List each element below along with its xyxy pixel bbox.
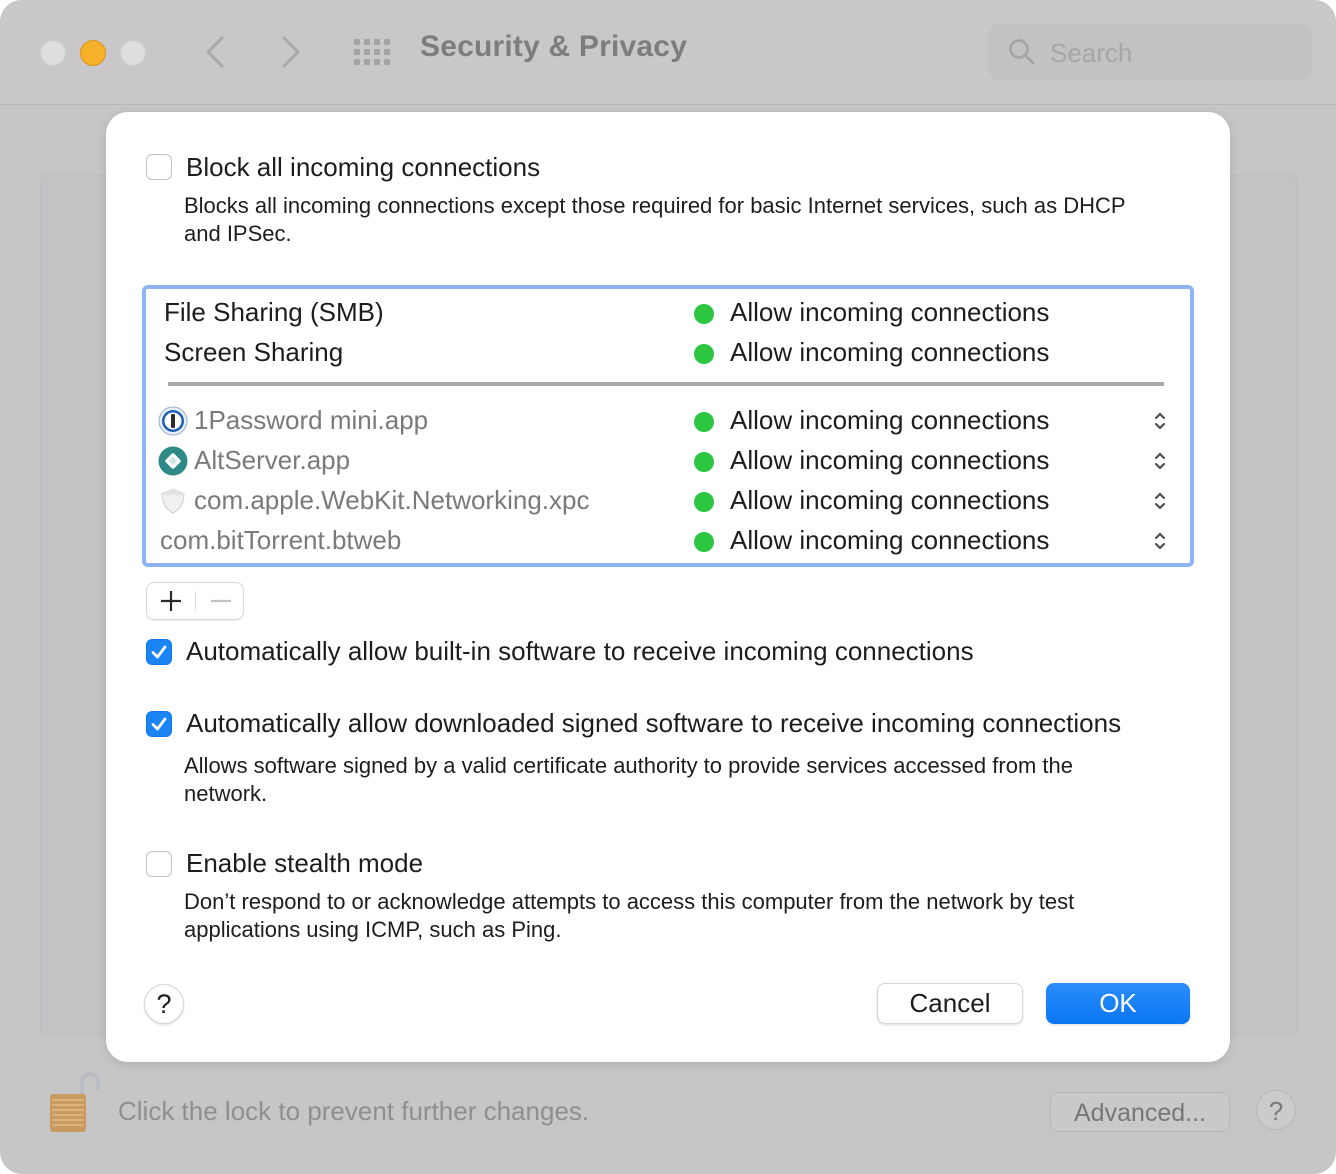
close-window-button[interactable] xyxy=(40,40,66,66)
status-dot-icon xyxy=(694,304,714,324)
sheet-help-button[interactable]: ? xyxy=(144,984,184,1024)
lock-status-text: Click the lock to prevent further change… xyxy=(118,1096,590,1126)
app-row[interactable]: 1Password mini.app Allow incoming connec… xyxy=(146,401,1190,441)
search-field[interactable] xyxy=(988,24,1312,80)
chevron-left-icon xyxy=(206,36,224,68)
app-name: com.apple.WebKit.Networking.xpc xyxy=(194,485,590,515)
app-row[interactable]: com.bitTorrent.btweb Allow incoming conn… xyxy=(146,521,1190,561)
app-status: Allow incoming connections xyxy=(730,445,1050,475)
service-status: Allow incoming connections xyxy=(730,297,1050,327)
status-dot-icon xyxy=(694,492,714,512)
minimize-window-button[interactable] xyxy=(80,40,106,66)
checkmark-icon xyxy=(151,645,167,659)
auto-allow-signed-description: Allows software signed by a valid certif… xyxy=(184,753,1073,806)
app-name: com.bitTorrent.btweb xyxy=(160,525,402,555)
app-status: Allow incoming connections xyxy=(730,405,1050,435)
back-button[interactable] xyxy=(200,30,230,74)
show-all-grid-button[interactable] xyxy=(354,39,390,65)
remove-app-button[interactable] xyxy=(205,587,237,615)
cancel-button[interactable]: Cancel xyxy=(877,983,1023,1024)
stealth-mode-description: Don’t respond to or acknowledge attempts… xyxy=(184,889,1075,942)
status-dot-icon xyxy=(694,412,714,432)
search-icon xyxy=(1009,39,1035,65)
firewall-options-sheet: Block all incoming connections Blocks al… xyxy=(106,112,1230,1062)
stealth-mode-checkbox[interactable] xyxy=(146,851,172,877)
add-app-button[interactable] xyxy=(155,587,187,615)
chevron-right-icon xyxy=(282,36,300,68)
service-row[interactable]: File Sharing (SMB) Allow incoming connec… xyxy=(146,293,1190,333)
advanced-button[interactable]: Advanced... xyxy=(1050,1092,1230,1132)
app-name: AltServer.app xyxy=(194,445,351,475)
list-separator xyxy=(168,382,1164,386)
status-popup-stepper-icon[interactable] xyxy=(1152,409,1168,433)
auto-allow-builtin-label: Automatically allow built-in software to… xyxy=(186,636,974,666)
service-row[interactable]: Screen Sharing Allow incoming connection… xyxy=(146,333,1190,373)
system-preferences-window: Security & Privacy Click the lock to pre… xyxy=(0,0,1336,1174)
search-input[interactable] xyxy=(1048,34,1292,72)
auto-allow-builtin-checkbox[interactable] xyxy=(146,639,172,665)
auto-allow-signed-label: Automatically allow downloaded signed so… xyxy=(186,708,1122,738)
service-name: Screen Sharing xyxy=(164,337,344,367)
service-name: File Sharing (SMB) xyxy=(164,297,384,327)
status-popup-stepper-icon[interactable] xyxy=(1152,449,1168,473)
plus-icon xyxy=(161,591,181,611)
app-row[interactable]: com.apple.WebKit.Networking.xpc Allow in… xyxy=(146,481,1190,521)
status-dot-icon xyxy=(694,452,714,472)
checkmark-icon xyxy=(151,717,167,731)
add-remove-control xyxy=(146,582,244,620)
block-all-checkbox[interactable] xyxy=(146,154,172,180)
app-status: Allow incoming connections xyxy=(730,525,1050,555)
title-bar: Security & Privacy xyxy=(0,0,1336,105)
app-name: 1Password mini.app xyxy=(194,405,429,435)
lock-button[interactable] xyxy=(48,1070,100,1134)
block-all-description: Blocks all incoming connections except t… xyxy=(184,193,1126,246)
window-help-button[interactable]: ? xyxy=(1256,1090,1296,1130)
app-row[interactable]: AltServer.app Allow incoming connections xyxy=(146,441,1190,481)
grid-icon xyxy=(354,39,390,65)
block-all-label: Block all incoming connections xyxy=(186,152,541,182)
app-status: Allow incoming connections xyxy=(730,485,1050,515)
auto-allow-signed-checkbox[interactable] xyxy=(146,711,172,737)
shield-icon xyxy=(161,488,185,514)
status-popup-stepper-icon[interactable] xyxy=(1152,489,1168,513)
ok-button[interactable]: OK xyxy=(1046,983,1190,1024)
unlocked-padlock-icon xyxy=(50,1072,100,1132)
firewall-rules-list[interactable]: File Sharing (SMB) Allow incoming connec… xyxy=(142,285,1194,567)
minus-icon xyxy=(211,599,231,603)
status-dot-icon xyxy=(694,344,714,364)
forward-button[interactable] xyxy=(276,30,306,74)
button-divider xyxy=(195,591,196,611)
stealth-mode-label: Enable stealth mode xyxy=(186,848,424,878)
altserver-icon xyxy=(158,446,188,476)
1password-icon xyxy=(158,406,188,436)
service-status: Allow incoming connections xyxy=(730,337,1050,367)
status-dot-icon xyxy=(694,532,714,552)
status-popup-stepper-icon[interactable] xyxy=(1152,529,1168,553)
window-title: Security & Privacy xyxy=(420,30,688,63)
zoom-window-button[interactable] xyxy=(120,40,146,66)
